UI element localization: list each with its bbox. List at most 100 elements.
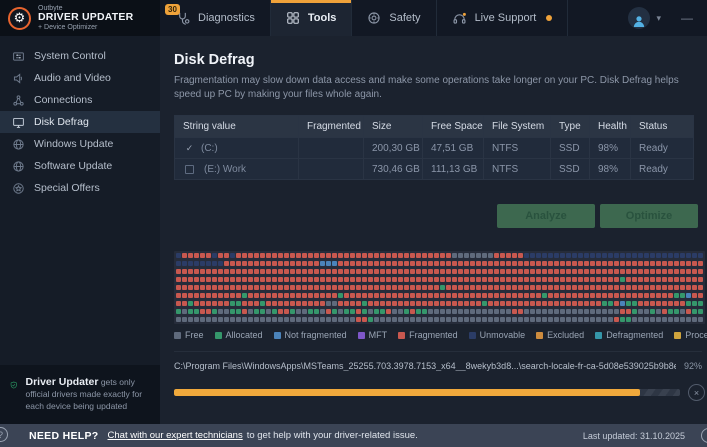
promo-title: Driver Updater — [26, 376, 99, 388]
col-free-space[interactable]: Free Space — [423, 116, 484, 137]
tab-live-support[interactable]: Live Support — [437, 0, 569, 36]
defrag-block-map — [174, 251, 705, 324]
sidebar-item-software-update[interactable]: Software Update — [0, 155, 160, 177]
legend-swatch — [215, 332, 222, 339]
tab-label: Live Support — [475, 12, 537, 24]
sidebar-item-special-offers[interactable]: Special Offers — [0, 177, 160, 199]
tab-label: Tools — [308, 12, 337, 24]
outbyte-gear-logo-icon: ⚙ — [8, 7, 31, 30]
col-fragmented[interactable]: Fragmented — [299, 116, 364, 137]
sidebar-item-connections[interactable]: Connections — [0, 89, 160, 111]
user-avatar[interactable] — [628, 7, 650, 29]
legend-swatch — [674, 332, 681, 339]
shield-check-icon — [10, 375, 18, 395]
sidebar-item-label: Disk Defrag — [34, 116, 89, 128]
logo-product: DRIVER UPDATER — [38, 12, 133, 23]
legend-swatch — [536, 332, 543, 339]
control-panel-icon — [12, 50, 25, 63]
logo-tagline: + Device Optimizer — [38, 24, 133, 31]
legend-item: Unmovable — [469, 330, 526, 340]
need-help-label: NEED HELP? — [29, 430, 99, 442]
legend-item: Allocated — [215, 330, 263, 340]
tab-label: Diagnostics — [198, 12, 255, 24]
last-updated: Last updated: 31.10.2025 — [583, 431, 707, 441]
legend-swatch — [174, 332, 181, 339]
col-health[interactable]: Health — [590, 116, 631, 137]
legend-swatch — [274, 332, 281, 339]
table-row-drive-e[interactable]: (E:) Work 730,46 GB 111,13 GB NTFS SSD 9… — [175, 158, 693, 179]
drive-checkbox-checked[interactable]: ✓ — [183, 143, 196, 154]
drive-name: (E:) Work — [204, 164, 246, 175]
progress-percent: 92% — [676, 361, 702, 371]
minimize-button[interactable]: — — [681, 11, 693, 25]
sidebar-item-label: Special Offers — [34, 182, 100, 194]
legend-swatch — [358, 332, 365, 339]
grid-icon — [286, 11, 300, 25]
legend-swatch — [398, 332, 405, 339]
legend-swatch — [469, 332, 476, 339]
legend-item: Not fragmented — [274, 330, 347, 340]
col-string-value[interactable]: String value — [175, 116, 299, 137]
sidebar-item-system-control[interactable]: System Control — [0, 45, 160, 67]
top-bar: ⚙ Outbyte DRIVER UPDATER + Device Optimi… — [0, 0, 707, 36]
globe-icon — [12, 138, 25, 151]
question-icon: ? — [0, 427, 8, 442]
drive-name: (C:) — [201, 143, 218, 154]
help-bar: ? NEED HELP? Chat with our expert techni… — [0, 424, 707, 447]
sidebar-item-label: Connections — [34, 94, 92, 106]
tab-safety[interactable]: Safety — [352, 0, 436, 36]
table-row-drive-c[interactable]: ✓(C:) 200,30 GB 47,51 GB NTFS SSD 98% Re… — [175, 137, 693, 158]
current-file-path: C:\Program Files\WindowsApps\MSTeams_252… — [174, 361, 676, 371]
tab-label: Safety — [389, 12, 420, 24]
top-nav: 30 Diagnostics Tools Safety Li — [160, 0, 707, 36]
speaker-icon — [12, 72, 25, 85]
refresh-icon[interactable] — [701, 428, 707, 443]
sidebar-item-label: Software Update — [34, 160, 112, 172]
optimize-button[interactable]: Optimize — [600, 204, 698, 228]
chat-support-link[interactable]: Chat with our expert technicians — [108, 430, 243, 441]
col-size[interactable]: Size — [364, 116, 423, 137]
legend-item: MFT — [358, 330, 388, 340]
table-header: String value Fragmented Size Free Space … — [175, 116, 693, 137]
sidebar-item-disk-defrag[interactable]: Disk Defrag — [0, 111, 160, 133]
sidebar-item-label: Audio and Video — [34, 72, 111, 84]
block-map-legend: Free Allocated Not fragmented MFT Fragme… — [174, 330, 705, 340]
sidebar-item-audio-and-video[interactable]: Audio and Video — [0, 67, 160, 89]
drives-table: String value Fragmented Size Free Space … — [174, 115, 694, 180]
headset-icon — [452, 11, 467, 26]
legend-item: Fragmented — [398, 330, 458, 340]
page-title: Disk Defrag — [174, 52, 702, 68]
safety-wheel-icon — [367, 11, 381, 25]
sidebar-item-label: Windows Update — [34, 138, 113, 150]
progress-bar — [174, 389, 680, 396]
sidebar-item-windows-update[interactable]: Windows Update — [0, 133, 160, 155]
sidebar: System Control Audio and Video Connectio… — [0, 36, 160, 424]
globe-icon — [12, 160, 25, 173]
col-status[interactable]: Status — [631, 116, 693, 137]
star-circle-icon — [12, 182, 25, 195]
analyze-button[interactable]: Analyze — [497, 204, 595, 228]
notification-dot — [546, 15, 552, 21]
driver-updater-window: ⚙ Outbyte DRIVER UPDATER + Device Optimi… — [0, 0, 707, 447]
disk-defrag-panel: Disk Defrag Fragmentation may slow down … — [160, 36, 707, 424]
legend-item: Excluded — [536, 330, 584, 340]
tab-tools[interactable]: Tools — [271, 0, 353, 36]
chevron-down-icon[interactable]: ▾ — [656, 13, 661, 24]
tab-diagnostics[interactable]: 30 Diagnostics — [160, 0, 271, 36]
legend-swatch — [595, 332, 602, 339]
sidebar-item-label: System Control — [34, 50, 106, 62]
drive-checkbox-unchecked[interactable] — [185, 165, 194, 174]
help-suffix: to get help with your driver-related iss… — [247, 430, 418, 441]
promo-text: Driver Updater gets only official driver… — [26, 375, 151, 413]
diagnostics-badge: 30 — [165, 4, 180, 16]
stop-defrag-button[interactable]: × — [688, 384, 705, 401]
page-description: Fragmentation may slow down data access … — [174, 74, 696, 102]
legend-item: Processing — [674, 330, 707, 340]
monitor-icon — [12, 116, 25, 129]
col-file-system[interactable]: File System — [484, 116, 551, 137]
progress-row: × — [174, 384, 705, 401]
col-type[interactable]: Type — [551, 116, 590, 137]
divider — [174, 351, 702, 352]
progress-fill — [174, 389, 640, 396]
legend-item: Free — [174, 330, 204, 340]
